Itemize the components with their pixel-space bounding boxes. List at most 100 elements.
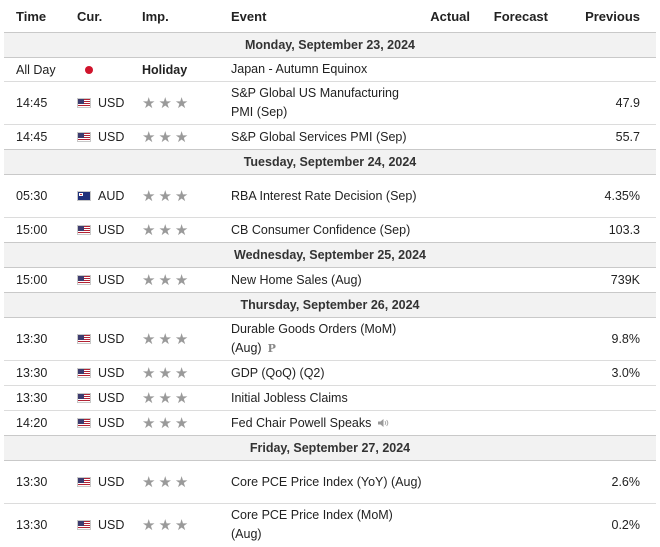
actual-header[interactable]: Actual [424, 0, 476, 33]
event-importance: ★★★ [142, 460, 231, 504]
event-name[interactable]: S&P Global Services PMI (Sep) [231, 130, 407, 144]
event-previous: 9.8% [564, 317, 656, 361]
event-importance: ★★★ [142, 81, 231, 125]
event-row[interactable]: 15:00 USD ★★★ CB Consumer Confidence (Sep) 1… [4, 217, 656, 243]
event-name[interactable]: New Home Sales (Aug) [231, 273, 362, 287]
event-actual [424, 267, 476, 293]
japan-flag-dot [85, 66, 93, 74]
event-row[interactable]: 13:30 USD ★★★ Core PCE Price Index (YoY) (A… [4, 460, 656, 504]
date-header-row: Friday, September 27, 2024 [4, 435, 656, 461]
us-flag-icon [77, 477, 91, 487]
event-name-cell[interactable]: S&P Global US Manufacturing PMI (Sep) [231, 81, 424, 125]
event-currency-cell [77, 57, 142, 82]
event-currency-cell: USD [77, 503, 142, 547]
date-header-row: Monday, September 23, 2024 [4, 32, 656, 58]
event-row[interactable]: 15:00 USD ★★★ New Home Sales (Aug) 739K [4, 267, 656, 293]
event-name[interactable]: RBA Interest Rate Decision (Sep) [231, 189, 417, 203]
importance-header[interactable]: Imp. [142, 0, 231, 33]
event-currency: USD [98, 273, 125, 287]
header-row: Time Cur. Imp. Event Actual Forecast Pre… [4, 0, 656, 33]
event-forecast [476, 317, 564, 361]
event-name-cell[interactable]: Core PCE Price Index (YoY) (Aug) [231, 460, 424, 504]
us-flag-icon [77, 98, 91, 108]
event-name-cell[interactable]: Japan - Autumn Equinox [231, 57, 424, 82]
event-actual [424, 217, 476, 243]
event-name[interactable]: Core PCE Price Index (MoM) (Aug) [231, 508, 393, 541]
event-name-cell[interactable]: Durable Goods Orders (MoM) (Aug) P [231, 317, 424, 361]
event-row[interactable]: 14:45 USD ★★★ S&P Global Services PMI (Sep)… [4, 124, 656, 150]
event-name-cell[interactable]: RBA Interest Rate Decision (Sep) [231, 174, 424, 218]
event-name-cell[interactable]: S&P Global Services PMI (Sep) [231, 124, 424, 150]
event-forecast [476, 410, 564, 436]
event-name-cell[interactable]: GDP (QoQ) (Q2) [231, 360, 424, 386]
event-row[interactable]: 14:20 USD ★★★ Fed Chair Powell Speaks [4, 410, 656, 436]
event-header[interactable]: Event [231, 0, 424, 33]
event-row[interactable]: 13:30 USD ★★★ Durable Goods Orders (MoM) (A… [4, 317, 656, 361]
event-name-cell[interactable]: Core PCE Price Index (MoM) (Aug) [231, 503, 424, 547]
date-header-row: Thursday, September 26, 2024 [4, 292, 656, 318]
previous-header[interactable]: Previous [564, 0, 656, 33]
event-row[interactable]: 13:30 USD ★★★ Initial Jobless Claims [4, 385, 656, 411]
event-importance: ★★★ [142, 217, 231, 243]
event-actual [424, 360, 476, 386]
event-time: All Day [4, 57, 77, 82]
event-time: 05:30 [4, 174, 77, 218]
japan-flag-icon [85, 63, 93, 77]
date-header-row: Tuesday, September 24, 2024 [4, 149, 656, 175]
event-importance: ★★★ [142, 124, 231, 150]
time-header[interactable]: Time [4, 0, 77, 33]
event-name[interactable]: S&P Global US Manufacturing PMI (Sep) [231, 86, 399, 119]
event-actual [424, 410, 476, 436]
importance-stars-icon: ★★★ [142, 365, 192, 382]
event-importance: ★★★ [142, 360, 231, 386]
event-currency-cell: USD [77, 385, 142, 411]
event-currency: USD [98, 332, 125, 346]
event-actual [424, 81, 476, 125]
holiday-label: Holiday [142, 62, 188, 77]
event-name-cell[interactable]: New Home Sales (Aug) [231, 267, 424, 293]
event-row[interactable]: 13:30 USD ★★★ GDP (QoQ) (Q2) 3.0% [4, 360, 656, 386]
currency-header[interactable]: Cur. [77, 0, 142, 33]
us-flag-icon [77, 225, 91, 235]
event-previous: 55.7 [564, 124, 656, 150]
event-name-cell[interactable]: Fed Chair Powell Speaks [231, 410, 424, 436]
event-name[interactable]: GDP (QoQ) (Q2) [231, 366, 325, 380]
event-time: 15:00 [4, 217, 77, 243]
event-name-cell[interactable]: CB Consumer Confidence (Sep) [231, 217, 424, 243]
event-row[interactable]: 05:30 AUD ★★★ RBA Interest Rate Decision (S… [4, 174, 656, 218]
importance-stars-icon: ★★★ [142, 129, 192, 146]
event-time: 14:45 [4, 81, 77, 125]
event-time: 13:30 [4, 360, 77, 386]
event-time: 13:30 [4, 385, 77, 411]
event-name-cell[interactable]: Initial Jobless Claims [231, 385, 424, 411]
event-currency-cell: AUD [77, 174, 142, 218]
event-currency: USD [98, 475, 125, 489]
event-previous: 739K [564, 267, 656, 293]
event-name[interactable]: Durable Goods Orders (MoM) (Aug) [231, 322, 396, 355]
importance-stars-icon: ★★★ [142, 415, 192, 432]
event-row[interactable]: All Day Holiday Japan - Autumn Equinox [4, 57, 656, 82]
event-forecast [476, 217, 564, 243]
event-currency-cell: USD [77, 81, 142, 125]
event-actual [424, 124, 476, 150]
importance-stars-icon: ★★★ [142, 517, 192, 535]
event-name[interactable]: CB Consumer Confidence (Sep) [231, 223, 410, 237]
event-row[interactable]: 13:30 USD ★★★ Core PCE Price Index (MoM) (A… [4, 503, 656, 547]
event-importance: ★★★ [142, 317, 231, 361]
date-label: Thursday, September 26, 2024 [4, 292, 656, 318]
date-label: Monday, September 23, 2024 [4, 32, 656, 58]
importance-stars-icon: ★★★ [142, 222, 192, 239]
event-row[interactable]: 14:45 USD ★★★ S&P Global US Manufacturing P… [4, 81, 656, 125]
event-currency-cell: USD [77, 267, 142, 293]
event-previous: 0.2% [564, 503, 656, 547]
event-name[interactable]: Core PCE Price Index (YoY) (Aug) [231, 475, 422, 489]
event-name[interactable]: Fed Chair Powell Speaks [231, 416, 371, 430]
date-label: Wednesday, September 25, 2024 [4, 242, 656, 268]
event-currency: USD [98, 391, 125, 405]
event-currency-cell: USD [77, 360, 142, 386]
us-flag-icon [77, 334, 91, 344]
event-name[interactable]: Initial Jobless Claims [231, 391, 348, 405]
event-name[interactable]: Japan - Autumn Equinox [231, 62, 367, 76]
event-currency-cell: USD [77, 317, 142, 361]
forecast-header[interactable]: Forecast [476, 0, 564, 33]
